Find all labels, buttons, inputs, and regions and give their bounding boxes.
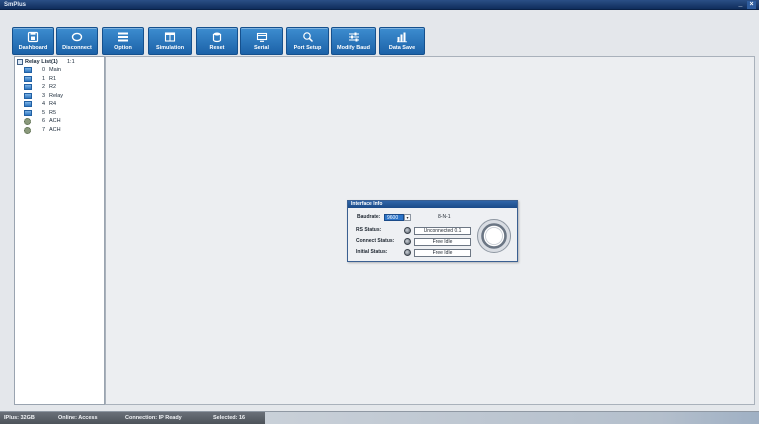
gauge-icon bbox=[477, 219, 511, 253]
disconnect-button[interactable]: Disconnect bbox=[56, 27, 98, 55]
status-led-icon bbox=[404, 238, 411, 245]
tree-item[interactable]: 1 R1 bbox=[15, 75, 104, 83]
simulation-button[interactable]: Simulation bbox=[148, 27, 192, 55]
tree-item-label: R4 bbox=[49, 101, 57, 107]
connect-icon bbox=[71, 31, 83, 43]
toolbar-label: Data Save bbox=[388, 45, 416, 51]
connect-status-value: Free Idle bbox=[414, 238, 471, 246]
window-icon bbox=[164, 31, 176, 43]
tree-item-number: 7 bbox=[42, 126, 46, 133]
baudrate-label: Baudrate: bbox=[357, 214, 381, 220]
data-save-button[interactable]: Data Save bbox=[379, 27, 425, 55]
status-online: Online: Access bbox=[58, 415, 98, 421]
tree-item-label: ACH bbox=[49, 118, 61, 124]
toolbar-label: Simulation bbox=[155, 45, 185, 51]
baudrate-select[interactable]: 9600 bbox=[384, 214, 404, 221]
tree-item[interactable]: 3 Relay bbox=[15, 92, 104, 100]
device-icon bbox=[24, 92, 32, 99]
port-setup-button[interactable]: Port Setup bbox=[286, 27, 329, 55]
tree-item[interactable]: 2 R2 bbox=[15, 83, 104, 91]
dashboard-icon bbox=[27, 31, 39, 43]
interface-info-dialog: Interface Info Baudrate: 9600 ▾ 8-N-1 RS… bbox=[347, 200, 518, 262]
toolbar-label: Modify Baud bbox=[337, 45, 370, 51]
tree-item[interactable]: 7 ACH bbox=[15, 126, 104, 134]
title-bar: SmPlus _ × bbox=[0, 0, 759, 10]
tree-item[interactable]: 6 ACH bbox=[15, 117, 104, 125]
list-icon bbox=[117, 31, 129, 43]
rs-status-value: Unconnected 0.1 bbox=[414, 227, 471, 235]
device-icon bbox=[24, 67, 32, 73]
device-icon bbox=[24, 101, 32, 107]
status-bar-info: IPlus: 32GB Online: Access Connection: I… bbox=[0, 412, 265, 424]
database-icon bbox=[211, 31, 223, 43]
toolbar-label: Dashboard bbox=[18, 45, 48, 51]
toolbar-label: Serial bbox=[254, 45, 269, 51]
search-icon bbox=[302, 31, 314, 43]
tree-item-number: 2 bbox=[42, 84, 46, 90]
toolbar-label: Option bbox=[114, 45, 132, 51]
status-connection: Connection: IP Ready bbox=[125, 415, 182, 421]
sliders-icon bbox=[348, 31, 360, 43]
monitor-icon bbox=[256, 31, 268, 43]
serial-button[interactable]: Serial bbox=[240, 27, 283, 55]
tree-item-number: 4 bbox=[42, 101, 46, 107]
modify-baud-button[interactable]: Modify Baud bbox=[331, 27, 376, 55]
tree-item-label: ACH bbox=[49, 126, 61, 133]
device-icon bbox=[24, 84, 32, 90]
gear-icon bbox=[24, 118, 31, 125]
tree-root-count: 1:1 bbox=[67, 59, 75, 65]
tree-root-label: Relay List(1) bbox=[25, 59, 58, 65]
tree-item[interactable]: 4 R4 bbox=[15, 100, 104, 108]
tree-item-number: 1 bbox=[42, 75, 46, 82]
folder-icon bbox=[17, 59, 23, 65]
toolbar-label: Reset bbox=[209, 45, 225, 51]
minimize-icon: _ bbox=[738, 1, 743, 8]
status-bar: IPlus: 32GB Online: Access Connection: I… bbox=[0, 411, 759, 424]
tree-item-number: 3 bbox=[42, 92, 46, 99]
option-button[interactable]: Option bbox=[102, 27, 144, 55]
tree-item[interactable]: 0 Main bbox=[15, 66, 104, 74]
tree-item-number: 0 bbox=[42, 67, 46, 73]
status-led-icon bbox=[404, 227, 411, 234]
device-icon bbox=[24, 75, 32, 82]
status-bar-filler bbox=[265, 412, 759, 424]
tree-item-label: Relay bbox=[49, 92, 64, 99]
dialog-title: Interface Info bbox=[351, 201, 383, 207]
rs-status-label: RS Status: bbox=[356, 227, 382, 233]
device-tree: Relay List(1) 1:1 0 Main 1 R1 2 R2 3 Rel… bbox=[14, 56, 105, 405]
chevron-down-icon[interactable]: ▾ bbox=[404, 214, 411, 221]
frame-format-text: 8-N-1 bbox=[438, 214, 451, 220]
initial-status-label: Initial Status: bbox=[356, 249, 388, 255]
app-window: SmPlus _ × Dashboard Disconnect Option S… bbox=[0, 0, 759, 424]
status-selected: Selected: 16 bbox=[213, 415, 246, 421]
tree-item-label: R5 bbox=[49, 109, 57, 116]
close-icon: × bbox=[749, 1, 754, 8]
reset-button[interactable]: Reset bbox=[196, 27, 238, 55]
status-led-icon bbox=[404, 249, 411, 256]
tree-item-label: R1 bbox=[49, 75, 57, 82]
tree-item[interactable]: 5 R5 bbox=[15, 109, 104, 117]
bar-chart-icon bbox=[396, 31, 408, 43]
toolbar-label: Port Setup bbox=[293, 45, 322, 51]
device-icon bbox=[24, 109, 32, 116]
toolbar-label: Disconnect bbox=[62, 45, 92, 51]
tree-item-label: R2 bbox=[49, 84, 57, 90]
status-storage: IPlus: 32GB bbox=[4, 415, 35, 421]
tree-item-number: 5 bbox=[42, 109, 46, 116]
close-button[interactable]: × bbox=[747, 1, 756, 9]
minimize-button[interactable]: _ bbox=[736, 1, 745, 9]
tree-item-label: Main bbox=[49, 67, 61, 73]
tree-item-number: 6 bbox=[42, 118, 46, 124]
connect-status-label: Connect Status: bbox=[356, 238, 395, 244]
dialog-title-bar[interactable]: Interface Info bbox=[348, 201, 517, 208]
tree-root[interactable]: Relay List(1) 1:1 bbox=[15, 58, 104, 66]
window-title: SmPlus bbox=[4, 2, 27, 8]
dashboard-button[interactable]: Dashboard bbox=[12, 27, 54, 55]
initial-status-value: Free Idle bbox=[414, 249, 471, 257]
gear-icon bbox=[24, 126, 31, 134]
